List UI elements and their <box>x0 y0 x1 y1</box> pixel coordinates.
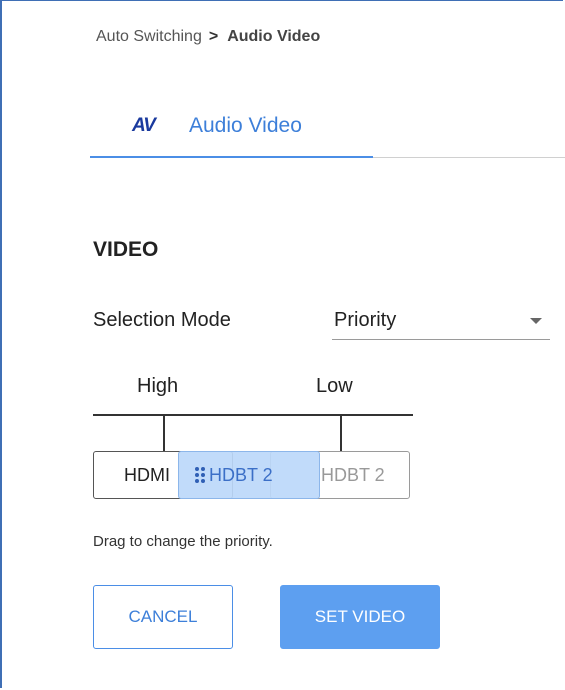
selection-mode-value: Priority <box>334 309 397 331</box>
tab-bar-divider <box>373 157 565 158</box>
priority-high-label: High <box>137 375 179 397</box>
selection-mode-dropdown[interactable]: Priority <box>332 304 550 340</box>
priority-chip-dragging[interactable]: HDBT 2 <box>178 451 320 499</box>
drag-hint-text: Drag to change the priority. <box>93 533 273 550</box>
section-title-video: VIDEO <box>93 238 159 261</box>
cancel-button[interactable]: CANCEL <box>93 585 233 649</box>
tab-audio-video-label: Audio Video <box>189 114 302 137</box>
priority-bracket-high-tick <box>163 415 165 451</box>
priority-chip-label: HDBT 2 <box>321 465 385 485</box>
set-video-button[interactable]: SET VIDEO <box>280 585 440 649</box>
drag-handle-icon[interactable] <box>195 467 205 483</box>
breadcrumb-parent-link[interactable]: Auto Switching <box>96 28 202 46</box>
chevron-down-icon <box>530 318 542 324</box>
tab-audio-video[interactable]: AV Audio Video <box>90 100 373 158</box>
breadcrumb-current: Audio Video <box>227 28 321 45</box>
priority-low-label: Low <box>316 375 353 397</box>
priority-bracket-line <box>93 414 413 416</box>
av-icon: AV <box>132 115 156 136</box>
selection-mode-label: Selection Mode <box>93 309 231 331</box>
priority-chip-dragging-label: HDBT 2 <box>209 465 273 485</box>
priority-bracket-low-tick <box>340 415 342 451</box>
priority-chip-label: HDMI <box>124 465 170 485</box>
breadcrumb-separator: > <box>208 28 219 45</box>
breadcrumb: Auto Switching > Audio Video <box>96 28 320 46</box>
